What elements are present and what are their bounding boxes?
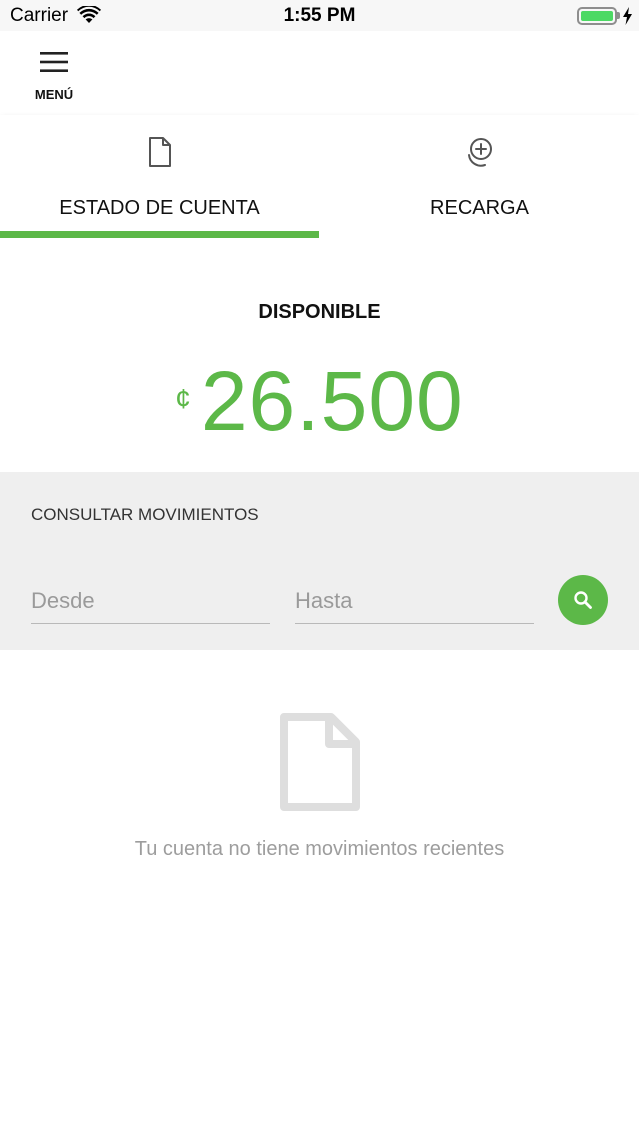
- menu-button[interactable]: MENÚ: [28, 47, 80, 105]
- tab-recarga[interactable]: RECARGA: [320, 115, 639, 238]
- hamburger-icon: [40, 52, 68, 72]
- from-date-input[interactable]: [31, 582, 270, 620]
- balance-section: DISPONIBLE ¢ 26.500: [0, 238, 639, 472]
- app-header: MENÚ: [0, 31, 639, 115]
- query-panel: CONSULTAR MOVIMIENTOS: [0, 472, 639, 650]
- from-date-field: [31, 582, 270, 624]
- charging-bolt-icon: [623, 7, 632, 25]
- battery-tip: [617, 12, 620, 19]
- currency-symbol: ¢: [175, 383, 191, 414]
- empty-state-message: Tu cuenta no tiene movimientos recientes: [134, 838, 505, 860]
- to-date-field: [295, 582, 534, 624]
- active-tab-indicator: [0, 231, 319, 238]
- tab-bar: ESTADO DE CUENTA RECARGA: [0, 115, 639, 238]
- clock: 1:55 PM: [283, 5, 356, 26]
- balance-label: DISPONIBLE: [258, 301, 381, 323]
- to-date-input[interactable]: [295, 582, 534, 620]
- tab-estado-de-cuenta[interactable]: ESTADO DE CUENTA: [0, 115, 319, 238]
- menu-label: MENÚ: [34, 87, 74, 102]
- add-coin-icon: [468, 138, 492, 167]
- empty-state: Tu cuenta no tiene movimientos recientes: [0, 650, 639, 1136]
- search-icon: [574, 591, 592, 609]
- balance-amount: 26.500: [200, 354, 464, 448]
- balance-value: ¢ 26.500: [0, 353, 639, 450]
- search-button[interactable]: [558, 575, 608, 625]
- document-icon: [280, 713, 360, 811]
- query-title: CONSULTAR MOVIMIENTOS: [31, 505, 259, 524]
- document-icon: [149, 137, 171, 167]
- tab-label: ESTADO DE CUENTA: [59, 197, 260, 219]
- battery-level: [581, 11, 613, 21]
- status-bar: Carrier 1:55 PM: [0, 0, 639, 31]
- tab-label: RECARGA: [430, 197, 529, 219]
- battery-icon: [577, 7, 617, 25]
